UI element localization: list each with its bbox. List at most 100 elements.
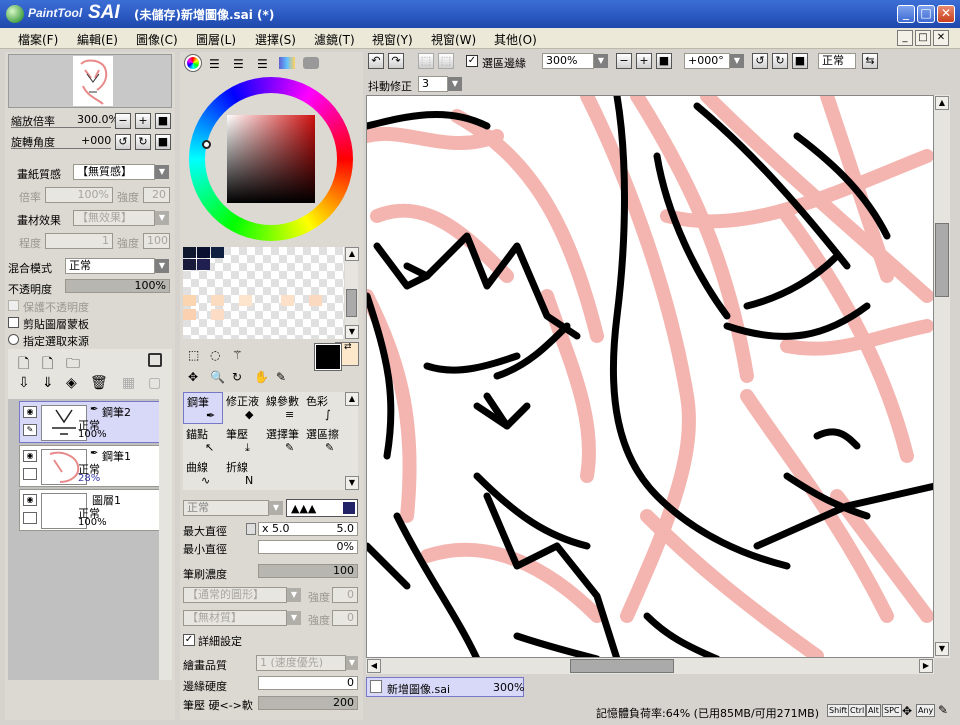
undo-button[interactable]: ↶ [368,53,384,69]
maximize-button[interactable]: □ [917,5,935,23]
new-vector-layer-icon[interactable]: 🗋 [42,353,53,377]
pen-lock-icon[interactable] [23,468,37,480]
eye-icon[interactable]: ◉ [23,494,37,506]
rotate-ccw-icon[interactable]: ↺ [752,53,768,69]
rotate-right-button[interactable]: ↻ [135,134,151,150]
zoom-fit-icon[interactable]: ■ [656,53,672,69]
primary-color-swatch[interactable] [314,343,342,371]
layer-mask-icon[interactable] [148,353,162,367]
scroll-down-icon[interactable]: ▼ [345,325,359,339]
rotate-cw-icon[interactable]: ↻ [772,53,788,69]
palette-tab-icon[interactable]: ☰ [257,57,268,71]
mdi-minimize-button[interactable]: _ [897,30,913,46]
layer-row[interactable]: ◉ ✒ 鋼筆1 正常 28% [19,445,164,487]
zoom-out-icon[interactable]: − [616,53,632,69]
selection-edge-checkbox[interactable]: ✓ [466,55,478,67]
swap-colors-icon[interactable]: ⇄ [344,342,352,352]
menu-image[interactable]: 圖像(C) [136,31,178,48]
preserve-opacity-checkbox[interactable] [8,300,19,311]
rotate-icon[interactable]: ↻ [232,370,242,384]
density-slider[interactable]: 100 [258,564,358,578]
rotate-slider-track[interactable] [11,148,111,149]
max-size-slider[interactable]: x 5.0 5.0 [258,522,358,536]
chevron-down-icon[interactable]: ▼ [287,588,301,602]
swatch-grid[interactable] [183,247,344,339]
opacity-slider[interactable]: 100% [65,279,170,293]
swatch[interactable] [197,259,210,270]
new-folder-icon[interactable]: 🗀 [66,353,80,377]
tool-select-pen[interactable]: 選擇筆 ✎ [263,425,303,457]
advanced-settings-checkbox[interactable]: ✓ [183,634,195,646]
menu-filter[interactable]: 濾鏡(T) [314,31,355,48]
swatch[interactable] [281,295,294,306]
chevron-down-icon[interactable]: ▼ [155,211,169,225]
layer-row[interactable]: ◉ 圖層1 正常 100% [19,489,164,531]
zoom-icon[interactable]: 🔍 [210,370,225,384]
pen-lock-icon[interactable]: ✎ [23,424,37,436]
tool-curve[interactable]: 曲線 ∿ [183,458,223,490]
rotate-reset-button[interactable]: ■ [155,134,171,150]
layer-row[interactable]: ◉ ✎ ✒ 鋼筆2 正常 100% [19,401,164,443]
tool-polyline[interactable]: 折線 N [223,458,263,490]
tool-scrollbar[interactable]: ▲ ▼ [345,392,359,490]
tool-anchor[interactable]: 錨點 ↖ [183,425,223,457]
tool-line-weight[interactable]: 線參數 ≡ [263,392,303,424]
navigator-preview[interactable] [8,54,172,108]
chevron-down-icon[interactable]: ▼ [730,54,744,68]
swatch[interactable] [197,247,210,258]
brush-shape-select[interactable]: 【通常的圓形】 [183,587,287,603]
scroll-right-icon[interactable]: ▶ [919,659,933,673]
material-effect-select[interactable]: 【無效果】 [73,210,155,226]
minimize-button[interactable]: _ [897,5,915,23]
new-layer-icon[interactable]: 🗋 [18,353,29,377]
menu-edit[interactable]: 編輯(E) [77,31,118,48]
scroll-left-icon[interactable]: ◀ [367,659,381,673]
chevron-down-icon[interactable]: ▼ [346,656,358,670]
document-tab[interactable]: 新增圖像.sai 300% [366,677,524,697]
swatch[interactable] [211,295,224,306]
menu-layer[interactable]: 圖層(L) [196,31,236,48]
swatch[interactable] [239,295,252,306]
eye-icon[interactable]: ◉ [23,406,37,418]
clip-group-checkbox[interactable] [8,317,19,328]
quality-select[interactable]: 1 (速度優先) [256,655,346,671]
drawing-canvas[interactable] [366,95,934,658]
edge-hardness-slider[interactable]: 0 [258,676,358,690]
swatch[interactable] [183,247,196,258]
menu-select[interactable]: 選擇(S) [255,31,296,48]
menu-window[interactable]: 視窗(W) [431,31,476,48]
mdi-restore-button[interactable]: □ [915,30,931,46]
layer-scrollbar[interactable] [159,399,172,680]
chevron-down-icon[interactable]: ▼ [594,54,608,68]
zoom-out-button[interactable]: − [115,113,131,129]
canvas-hscrollbar[interactable]: ◀ ▶ [366,658,934,674]
chevron-down-icon[interactable]: ▼ [448,77,462,91]
pen-lock-icon[interactable] [23,512,37,524]
move-icon[interactable]: ✥ [188,370,198,384]
swatch[interactable] [183,295,196,306]
scroll-down-icon[interactable]: ▼ [345,476,359,490]
blend-mode-select[interactable]: 正常 [65,258,155,274]
min-size-slider[interactable]: 0% [258,540,358,554]
zoom-reset-button[interactable]: ■ [155,113,171,129]
tool-correction[interactable]: 修正液 ◆ [223,392,263,424]
hscroll-thumb[interactable] [570,659,674,673]
merge-down-icon[interactable]: ⇓ [42,375,54,391]
brush-shape-selector[interactable]: ▲▲▲ [286,499,358,517]
swatch-tab-icon[interactable] [279,57,295,69]
hsv-slider-tab-icon[interactable]: ☰ [233,57,244,71]
menu-other[interactable]: 其他(O) [494,31,537,48]
tool-pressure[interactable]: 筆壓 ⤓ [223,425,263,457]
swatch[interactable] [211,309,224,320]
flip-icon[interactable]: ⇆ [862,53,878,69]
scroll-up-icon[interactable]: ▲ [935,96,949,110]
mdi-close-button[interactable]: ✕ [933,30,949,46]
swatch[interactable] [183,259,196,270]
stabilizer-select[interactable]: 3 [418,76,448,92]
zoom-slider-track[interactable] [11,127,111,128]
brush-texture-select[interactable]: 【無材質】 [183,610,287,626]
saturation-value-square[interactable] [227,115,315,203]
trash-icon[interactable]: 🗑 [90,375,108,391]
angle-select[interactable]: +000° [684,53,730,69]
swatch[interactable] [211,247,224,258]
